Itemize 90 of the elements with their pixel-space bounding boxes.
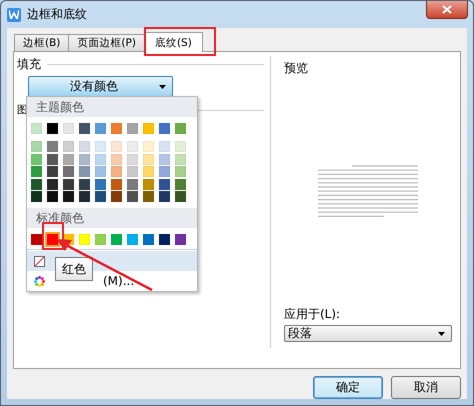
color-swatch[interactable]	[79, 178, 90, 190]
color-swatch[interactable]	[159, 234, 170, 245]
dialog-button[interactable]: 取消	[391, 376, 461, 399]
color-swatch[interactable]	[159, 141, 170, 152]
color-swatch[interactable]	[63, 154, 74, 164]
no-color-icon	[34, 256, 45, 266]
color-swatch[interactable]	[111, 154, 122, 164]
color-swatch[interactable]	[175, 191, 186, 202]
color-swatch[interactable]	[79, 141, 90, 152]
color-swatch[interactable]	[143, 234, 154, 245]
tab[interactable]: 页面边框(P)	[68, 34, 145, 51]
color-swatch[interactable]	[79, 123, 90, 134]
color-swatch[interactable]	[175, 234, 186, 245]
apply-to-select[interactable]: 段落	[284, 325, 452, 342]
color-swatch[interactable]	[143, 154, 154, 164]
color-swatch[interactable]	[159, 123, 170, 134]
color-swatch[interactable]	[47, 178, 58, 190]
color-swatch[interactable]	[175, 141, 186, 152]
color-swatch[interactable]	[95, 234, 106, 245]
color-swatch[interactable]	[127, 234, 138, 245]
color-swatch[interactable]	[111, 234, 122, 245]
color-swatch[interactable]	[175, 178, 186, 190]
color-swatch[interactable]	[63, 178, 74, 190]
color-swatch[interactable]	[47, 154, 58, 164]
section-header: 主题颜色	[27, 97, 197, 117]
color-swatch[interactable]	[143, 166, 154, 177]
color-swatch[interactable]	[159, 154, 170, 164]
color-swatch[interactable]	[63, 191, 74, 202]
tab[interactable]: 底纹(S)	[144, 32, 203, 52]
highlight-frame	[144, 27, 216, 56]
color-swatch[interactable]	[95, 178, 106, 190]
color-swatch[interactable]	[79, 234, 90, 245]
color-swatch[interactable]	[143, 123, 154, 134]
close-button[interactable]	[426, 1, 468, 19]
group-label: 填充	[17, 56, 41, 73]
color-swatch[interactable]	[111, 191, 122, 202]
color-swatch[interactable]	[127, 154, 138, 164]
color-swatch[interactable]	[31, 123, 42, 134]
caret-icon	[438, 332, 445, 336]
color-swatch[interactable]	[47, 234, 58, 245]
color-swatch[interactable]	[47, 123, 58, 134]
color-swatch[interactable]	[95, 166, 106, 177]
tab[interactable]: 边框(B)	[14, 34, 70, 51]
dialog-button[interactable]: 确定	[313, 376, 383, 399]
color-swatch[interactable]	[175, 166, 186, 177]
color-swatch[interactable]	[31, 191, 42, 202]
color-swatch[interactable]	[127, 178, 138, 190]
color-swatch[interactable]	[159, 166, 170, 177]
color-swatch[interactable]	[63, 166, 74, 177]
color-wheel-icon	[34, 276, 45, 286]
color-swatch[interactable]	[159, 178, 170, 190]
color-swatch[interactable]	[31, 166, 42, 177]
color-swatch[interactable]	[143, 178, 154, 190]
window-title: 边框和底纹	[27, 6, 87, 23]
color-swatch[interactable]	[31, 154, 42, 164]
color-swatch[interactable]	[111, 141, 122, 152]
color-swatch[interactable]	[79, 191, 90, 202]
color-swatch[interactable]	[31, 141, 42, 152]
color-swatch[interactable]	[127, 123, 138, 134]
app-icon	[7, 8, 21, 22]
color-swatch[interactable]	[63, 123, 74, 134]
color-swatch[interactable]	[79, 154, 90, 164]
color-swatch[interactable]	[127, 191, 138, 202]
color-swatch[interactable]	[143, 141, 154, 152]
color-swatch[interactable]	[175, 154, 186, 164]
color-swatch[interactable]	[47, 141, 58, 152]
field-label: 应用于(L):	[284, 306, 342, 323]
color-swatch[interactable]	[79, 166, 90, 177]
color-swatch[interactable]	[127, 166, 138, 177]
color-swatch[interactable]	[47, 191, 58, 202]
caret-icon	[159, 84, 166, 88]
color-swatch[interactable]	[47, 166, 58, 177]
close-icon	[442, 5, 452, 14]
color-swatch[interactable]	[63, 141, 74, 152]
color-swatch[interactable]	[95, 191, 106, 202]
color-swatch[interactable]	[31, 178, 42, 190]
tooltip: 红色	[55, 257, 93, 281]
fill-color-dropdown[interactable]: 没有颜色	[28, 76, 173, 97]
group-label: 预览	[284, 60, 309, 77]
color-swatch[interactable]	[111, 123, 122, 134]
color-swatch[interactable]	[95, 123, 106, 134]
color-swatch[interactable]	[95, 154, 106, 164]
color-swatch[interactable]	[111, 166, 122, 177]
color-swatch[interactable]	[111, 178, 122, 190]
color-swatch[interactable]	[95, 141, 106, 152]
color-swatch[interactable]	[175, 123, 186, 134]
color-swatch[interactable]	[143, 191, 154, 202]
color-swatch[interactable]	[127, 141, 138, 152]
color-swatch[interactable]	[31, 234, 42, 245]
color-swatch[interactable]	[159, 191, 170, 202]
